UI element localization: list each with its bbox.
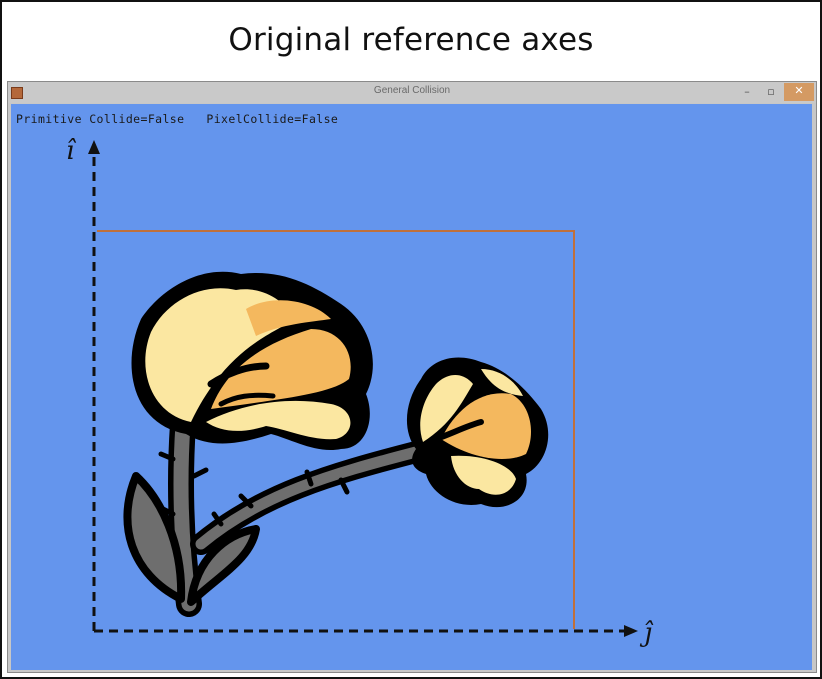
figure-frame: Original reference axes General Collisio… bbox=[0, 0, 822, 679]
horizontal-axis-arrowhead bbox=[624, 625, 638, 637]
vertical-axis-arrowhead bbox=[88, 140, 100, 154]
window-title: General Collision bbox=[373, 85, 451, 96]
i-hat-label: î bbox=[66, 136, 75, 166]
scene-canvas bbox=[88, 140, 638, 637]
maximize-icon[interactable]: ▫ bbox=[760, 84, 782, 100]
minimize-icon[interactable]: – bbox=[736, 84, 758, 100]
flower-sprite bbox=[123, 271, 549, 617]
j-hat-label: ĵ bbox=[644, 618, 653, 648]
game-viewport[interactable]: Primitive Collide=False PixelCollide=Fal… bbox=[11, 104, 812, 670]
app-window: General Collision – ▫ ✕ Primitive Collid… bbox=[7, 81, 817, 673]
window-titlebar[interactable]: General Collision – ▫ ✕ bbox=[8, 82, 816, 103]
close-icon[interactable]: ✕ bbox=[784, 83, 814, 101]
figure-caption: Original reference axes bbox=[228, 22, 594, 58]
